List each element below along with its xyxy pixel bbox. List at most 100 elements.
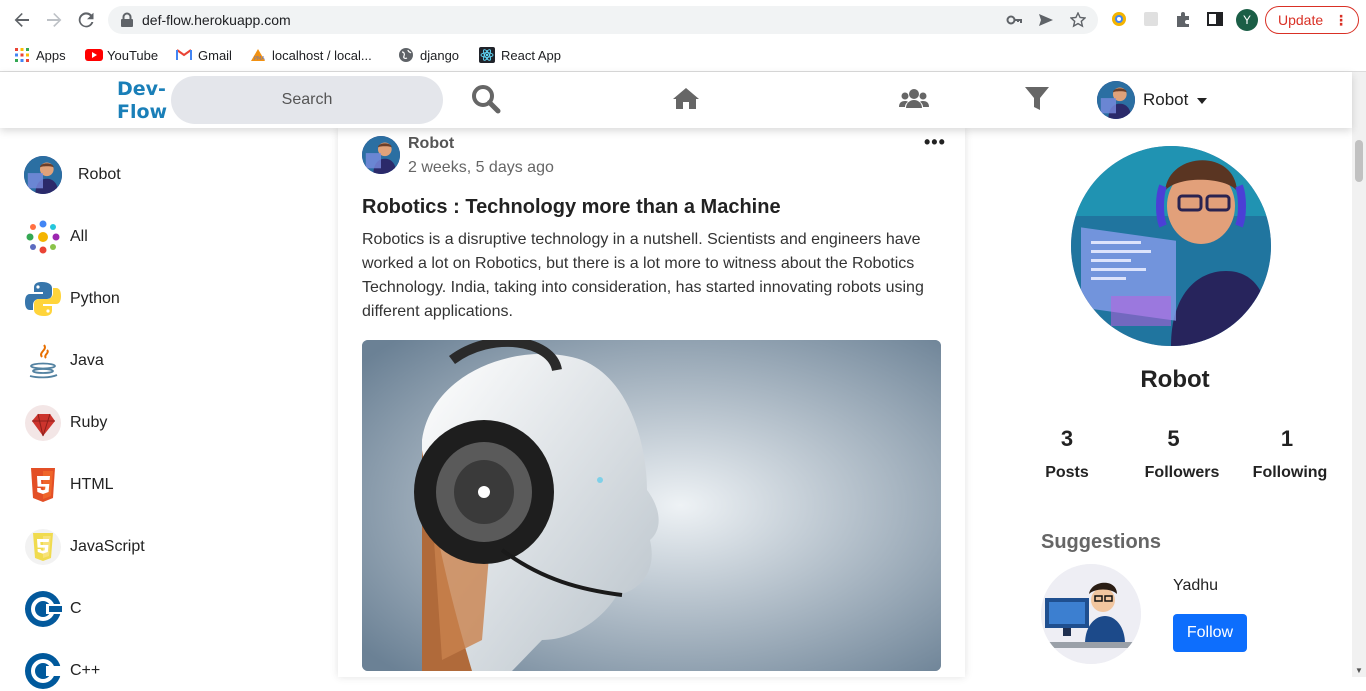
suggestion-name[interactable]: Yadhu — [1173, 577, 1218, 595]
bookmark-localhost[interactable]: PMA localhost / local... — [250, 46, 372, 64]
suggestions-heading: Suggestions — [1041, 531, 1162, 553]
bookmark-gmail[interactable]: Gmail — [176, 46, 232, 64]
stat-value: 1 — [1280, 426, 1294, 451]
stat-following[interactable]: 1 Following — [1240, 426, 1340, 482]
sidebar-item-all[interactable]: All — [24, 217, 88, 257]
sidebar-item-label: Java — [70, 352, 104, 369]
globe-icon — [398, 47, 414, 63]
java-icon — [24, 342, 62, 380]
browser-toolbar: def-flow.herokuapp.com Y Update ⋮ — [0, 0, 1366, 38]
sidebar-item-cpp[interactable]: C++ — [24, 651, 100, 691]
bookmark-apps[interactable]: Apps — [14, 46, 66, 64]
caret-down-icon[interactable] — [1196, 90, 1208, 110]
reload-icon[interactable] — [74, 8, 98, 32]
post-title[interactable]: Robotics : Technology more than a Machin… — [362, 196, 781, 219]
profile-name: Robot — [1140, 366, 1210, 393]
user-name: Robot — [1143, 90, 1189, 109]
search-icon[interactable] — [471, 84, 501, 114]
post-card: Robot 2 weeks, 5 days ago ••• Robotics :… — [338, 128, 965, 677]
post-timestamp: 2 weeks, 5 days ago — [408, 159, 554, 176]
app-logo[interactable]: Dev- Flow — [117, 78, 167, 124]
kebab-menu-icon[interactable]: ⋮ — [1334, 7, 1348, 33]
bookmark-label: django — [420, 47, 460, 63]
sidebar-item-label: C++ — [70, 662, 101, 679]
scroll-down-arrow-icon[interactable]: ▼ — [1355, 666, 1363, 675]
bookmark-label: Apps — [36, 47, 66, 63]
user-avatar — [1097, 81, 1135, 119]
bookmark-youtube[interactable]: YouTube — [85, 46, 158, 64]
stat-followers[interactable]: 5 Followers — [1132, 426, 1232, 482]
cpp-icon — [24, 652, 62, 690]
forward-arrow-icon[interactable] — [42, 8, 66, 32]
robot-avatar-icon — [24, 156, 62, 194]
users-icon[interactable] — [898, 84, 930, 114]
sidebar-item-html[interactable]: HTML — [24, 465, 114, 505]
youtube-icon — [85, 47, 103, 63]
bookmark-label: React App — [501, 47, 561, 63]
sidebar-item-ruby[interactable]: Ruby — [24, 403, 107, 443]
update-label: Update — [1278, 12, 1324, 28]
send-icon[interactable] — [1038, 12, 1054, 28]
sidebar-item-javascript[interactable]: JavaScript — [24, 527, 145, 567]
side-panel-icon[interactable] — [1206, 10, 1224, 28]
sidebar-item-label: HTML — [70, 476, 114, 493]
search-input[interactable]: Search — [171, 76, 443, 124]
sidebar-item-label: Ruby — [70, 414, 108, 431]
url-text[interactable]: def-flow.herokuapp.com — [142, 12, 291, 28]
extension-colorful-icon[interactable] — [1110, 10, 1128, 28]
react-icon — [479, 47, 495, 63]
sidebar-item-label: Python — [70, 290, 120, 307]
puzzle-icon[interactable] — [1174, 10, 1192, 28]
follow-button[interactable]: Follow — [1173, 614, 1247, 652]
python-icon — [24, 280, 62, 318]
logo-line-1: Dev- — [117, 78, 166, 100]
user-menu[interactable]: Robot — [1097, 81, 1208, 119]
key-icon[interactable] — [1006, 12, 1022, 28]
sidebar-item-label: C — [70, 600, 82, 617]
all-languages-icon — [24, 218, 62, 256]
more-options-icon[interactable]: ••• — [924, 132, 946, 153]
stat-label: Posts — [1045, 464, 1089, 481]
sidebar-item-java[interactable]: Java — [24, 341, 104, 381]
post-body: Robotics is a disruptive technology in a… — [362, 231, 924, 320]
profile-panel: Robot 3 Posts 5 Followers 1 Following Su… — [1000, 128, 1352, 677]
home-icon[interactable] — [671, 84, 701, 114]
ruby-icon — [24, 404, 62, 442]
sidebar-item-label: Robot — [78, 166, 121, 183]
sidebar-item-c[interactable]: C — [24, 589, 82, 629]
stat-label: Followers — [1144, 464, 1220, 481]
sidebar-item-label: JavaScript — [70, 538, 145, 555]
phpmyadmin-icon: PMA — [250, 47, 266, 63]
stat-value: 5 — [1167, 426, 1180, 451]
apps-grid-icon — [14, 47, 30, 63]
profile-avatar[interactable] — [1071, 146, 1271, 346]
scrollbar-thumb[interactable] — [1355, 140, 1363, 182]
sidebar-item-robot[interactable]: Robot — [24, 155, 121, 195]
star-icon[interactable] — [1069, 11, 1087, 28]
lock-icon[interactable] — [120, 12, 136, 28]
bookmark-label: Gmail — [198, 47, 232, 63]
extension-grey-icon[interactable] — [1142, 10, 1160, 28]
sidebar-item-python[interactable]: Python — [24, 279, 120, 319]
bookmark-react-app[interactable]: React App — [479, 46, 561, 64]
svg-text:PMA: PMA — [254, 56, 265, 62]
sidebar-item-label: All — [70, 228, 88, 245]
page-scrollbar[interactable]: ▼ — [1352, 72, 1366, 677]
post-author-avatar[interactable] — [362, 136, 400, 174]
post-image[interactable] — [362, 340, 941, 671]
back-arrow-icon[interactable] — [10, 8, 34, 32]
suggestion-avatar[interactable] — [1041, 564, 1141, 664]
stat-label: Following — [1252, 464, 1328, 481]
update-button[interactable]: Update ⋮ — [1265, 6, 1359, 34]
filter-icon[interactable] — [1023, 84, 1053, 114]
bookmark-label: localhost / local... — [272, 47, 372, 63]
bookmark-django[interactable]: django — [398, 46, 459, 64]
post-author[interactable]: Robot — [408, 135, 454, 153]
language-sidebar: Robot All Python Java Ruby HTML JavaScri… — [0, 128, 300, 689]
address-bar[interactable]: def-flow.herokuapp.com — [108, 6, 1098, 34]
html5-icon — [24, 466, 62, 504]
browser-profile-avatar[interactable]: Y — [1236, 9, 1258, 31]
logo-line-2: Flow — [117, 101, 168, 123]
stat-posts[interactable]: 3 Posts — [1017, 426, 1117, 482]
javascript-icon — [24, 528, 62, 566]
